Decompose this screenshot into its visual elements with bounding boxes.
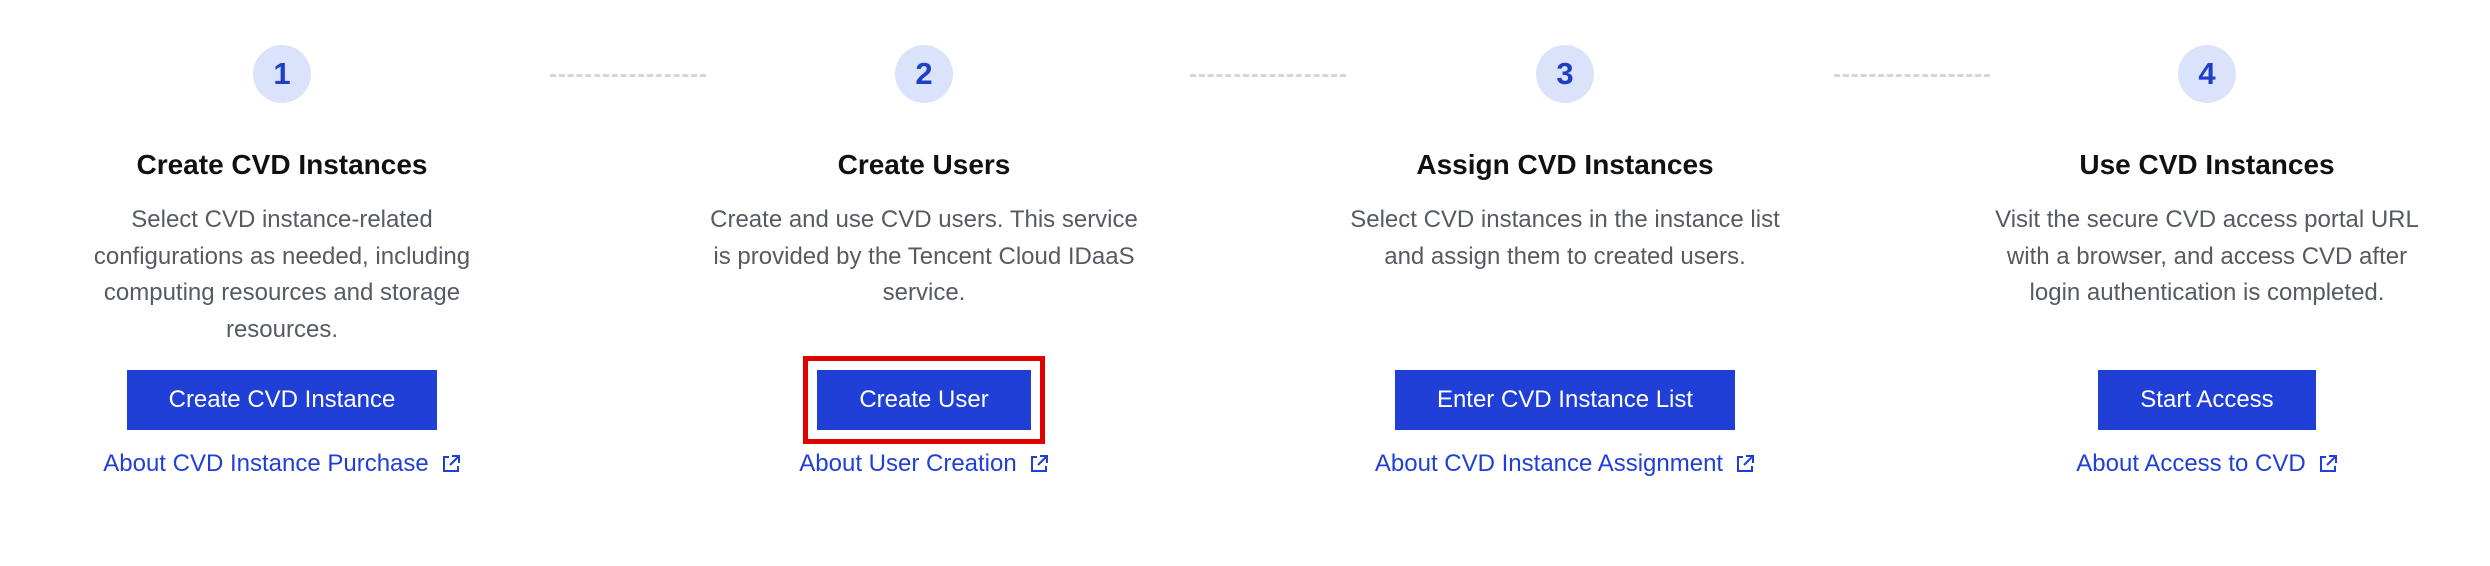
external-link-icon	[2319, 455, 2337, 472]
enter-instance-list-button[interactable]: Enter CVD Instance List	[1394, 370, 1736, 430]
step-connector	[1190, 74, 1346, 77]
button-container: Create CVD Instance	[113, 356, 452, 444]
button-container: Enter CVD Instance List	[1381, 356, 1749, 444]
step-title: Use CVD Instances	[2079, 149, 2335, 180]
create-user-button[interactable]: Create User	[817, 370, 1031, 430]
link-label: About CVD Instance Assignment	[1374, 450, 1724, 477]
link-label: About Access to CVD	[2076, 450, 2306, 477]
step-description: Select CVD instance-related configuratio…	[93, 206, 471, 343]
link-label: About CVD Instance Purchase	[103, 450, 429, 477]
step-use-instances: 4 Use CVD Instances Visit the secure CVD…	[1967, 0, 2447, 566]
step-description: Visit the secure CVD access portal URL w…	[1995, 206, 2419, 306]
about-user-creation-link[interactable]: About User Creation	[799, 448, 1048, 480]
highlight-box: Create User	[803, 356, 1045, 444]
step-create-users: 2 Create Users Create and use CVD users.…	[684, 0, 1164, 566]
external-link-icon	[442, 455, 460, 472]
step-create-instances: 1 Create CVD Instances Select CVD instan…	[42, 0, 522, 566]
step-connector	[550, 74, 706, 77]
onboarding-steps: 1 Create CVD Instances Select CVD instan…	[0, 0, 2490, 566]
external-link-icon	[1030, 455, 1048, 472]
step-number-badge: 1	[253, 45, 311, 103]
step-title: Assign CVD Instances	[1416, 149, 1714, 180]
step-number-badge: 4	[2178, 45, 2236, 103]
start-access-button[interactable]: Start Access	[2098, 370, 2316, 430]
button-container: Start Access	[2084, 356, 2329, 444]
step-title: Create CVD Instances	[136, 149, 428, 180]
external-link-icon	[1737, 455, 1755, 472]
step-title: Create Users	[837, 149, 1011, 180]
step-description: Select CVD instances in the instance lis…	[1350, 206, 1780, 270]
step-description: Create and use CVD users. This service i…	[710, 206, 1138, 306]
step-number-badge: 3	[1536, 45, 1594, 103]
about-instance-purchase-link[interactable]: About CVD Instance Purchase	[103, 448, 461, 480]
step-assign-instances: 3 Assign CVD Instances Select CVD instan…	[1325, 0, 1805, 566]
about-instance-assignment-link[interactable]: About CVD Instance Assignment	[1375, 448, 1755, 480]
step-number-badge: 2	[895, 45, 953, 103]
about-access-link[interactable]: About Access to CVD	[2076, 448, 2337, 480]
link-label: About User Creation	[799, 450, 1017, 477]
create-cvd-instance-button[interactable]: Create CVD Instance	[126, 370, 438, 430]
